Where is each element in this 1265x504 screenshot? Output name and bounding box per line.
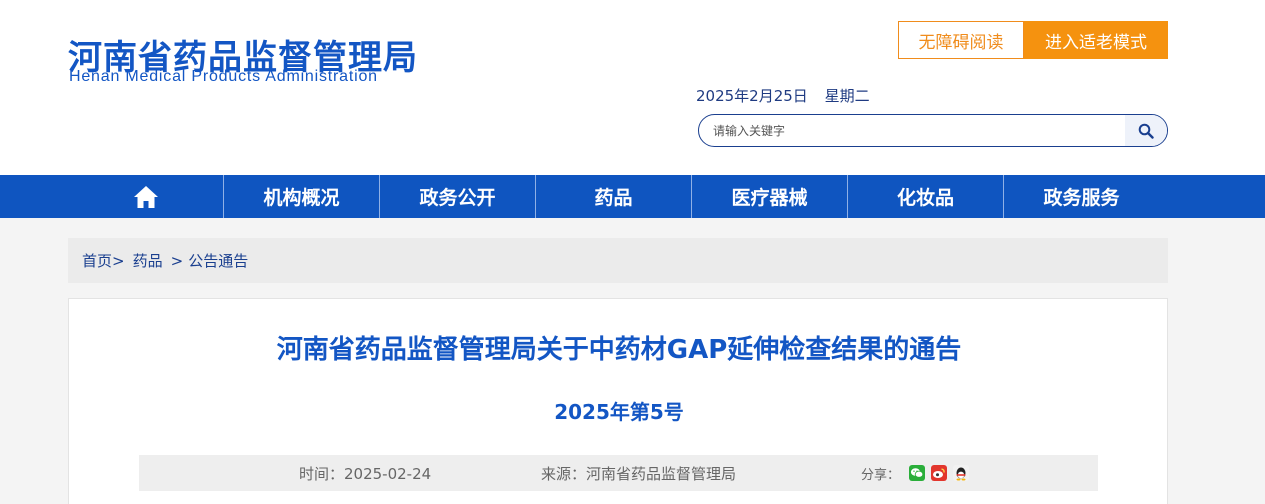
nav-item-medical-devices[interactable]: 医疗器械: [692, 175, 847, 218]
home-icon: [133, 185, 158, 208]
site-logo-subtitle: Henan Medical Products Administration: [69, 68, 378, 85]
main-nav: 机构概况 政务公开 药品 医疗器械 化妆品 政务服务: [0, 175, 1265, 218]
accessibility-reading-button[interactable]: 无障碍阅读: [898, 21, 1024, 59]
publish-time: 时间：2025-02-24: [299, 465, 432, 483]
nav-item-organization[interactable]: 机构概况: [224, 175, 379, 218]
weekday-text: 星期二: [824, 87, 870, 105]
nav-item-cosmetics[interactable]: 化妆品: [848, 175, 1003, 218]
nav-item-drugs[interactable]: 药品: [536, 175, 691, 218]
breadcrumb-announcements[interactable]: 公告通告: [188, 250, 248, 271]
article-number: 2025年第5号: [554, 400, 684, 424]
weibo-glyph: [933, 468, 945, 478]
qq-glyph: [956, 467, 966, 480]
nav-item-government-affairs[interactable]: 政务公开: [380, 175, 535, 218]
search-button[interactable]: [1125, 115, 1167, 146]
nav-home[interactable]: [68, 175, 223, 218]
article-title: 河南省药品监督管理局关于中药材GAP延伸检查结果的通告: [276, 335, 962, 365]
article-panel: 河南省药品监督管理局关于中药材GAP延伸检查结果的通告 2025年第5号 时间：…: [68, 298, 1168, 504]
search-bar: [698, 114, 1168, 147]
search-input[interactable]: [699, 115, 1125, 146]
wechat-icon[interactable]: [909, 465, 925, 481]
breadcrumb-separator: >: [170, 251, 184, 270]
article-meta-bar: 时间：2025-02-24 来源：河南省药品监督管理局 分享：: [139, 455, 1098, 491]
qq-icon[interactable]: [953, 465, 969, 481]
breadcrumb-drugs[interactable]: 药品: [133, 250, 163, 271]
date-text: 2025年2月25日: [696, 87, 808, 105]
search-icon: [1138, 123, 1154, 139]
breadcrumb-home[interactable]: 首页: [82, 250, 112, 271]
weibo-icon[interactable]: [931, 465, 947, 481]
breadcrumb-separator: >: [112, 251, 125, 270]
article-source: 来源：河南省药品监督管理局: [541, 465, 737, 483]
site-header: 河南省药品监督管理局 Henan Medical Products Admini…: [0, 0, 1265, 175]
breadcrumb: 首页 > 药品 > 公告通告: [68, 238, 1168, 283]
share-label: 分享：: [861, 468, 901, 483]
wechat-glyph: [910, 468, 924, 478]
current-date: 2025年2月25日 星期二: [696, 85, 870, 106]
nav-item-services[interactable]: 政务服务: [1004, 175, 1159, 218]
elder-mode-button[interactable]: 进入适老模式: [1024, 21, 1168, 59]
